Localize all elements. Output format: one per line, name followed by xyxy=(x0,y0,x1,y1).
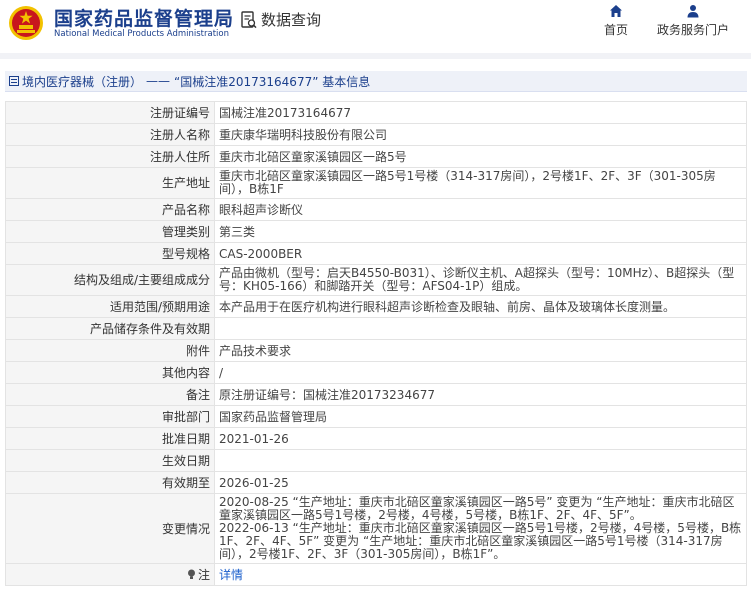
note-label: 注 xyxy=(197,567,210,582)
row-value: 详情 xyxy=(214,563,747,586)
brand-title: 国家药品监督管理局 xyxy=(54,8,235,30)
detail-table: 注册证编号 国械注准20173164677 注册人名称 重庆康华瑞明科技股份有限公司… xyxy=(5,101,747,586)
breadcrumb-separator: —— xyxy=(146,74,171,88)
row-label: 备注 xyxy=(5,383,215,406)
nav-service-label: 政务服务门户 xyxy=(656,23,729,37)
row-label: 型号规格 xyxy=(5,242,215,265)
note-label-cell: 注 xyxy=(5,563,215,586)
table-row: 产品名称 眼科超声诊断仪 xyxy=(5,198,747,221)
row-label: 注册人住所 xyxy=(5,145,215,168)
table-row: 附件 产品技术要求 xyxy=(5,339,747,362)
row-value: 重庆康华瑞明科技股份有限公司 xyxy=(214,123,747,146)
row-label: 生效日期 xyxy=(5,449,215,472)
list-icon xyxy=(9,76,19,86)
breadcrumb-title: “国械注准20173164677” 基本信息 xyxy=(174,74,371,89)
table-row: 注册人名称 重庆康华瑞明科技股份有限公司 xyxy=(5,123,747,146)
site-header: 国家药品监督管理局 National Medical Products Admi… xyxy=(0,0,751,50)
row-value: 第三类 xyxy=(214,220,747,243)
row-value: 产品技术要求 xyxy=(214,339,747,362)
header-divider xyxy=(0,53,751,59)
brand-subtitle: National Medical Products Administration xyxy=(54,29,229,39)
row-label: 批准日期 xyxy=(5,427,215,450)
change-entry: 2020-08-25 “生产地址：重庆市北碚区童家溪镇园区一路5号” 变更为 “… xyxy=(219,495,735,522)
table-row: 批准日期 2021-01-26 xyxy=(5,427,747,450)
row-value: 国械注准20173164677 xyxy=(214,101,747,124)
row-value xyxy=(214,449,747,472)
row-value: 2021-01-26 xyxy=(214,427,747,450)
document-search-icon xyxy=(241,10,257,28)
change-history: 2020-08-25 “生产地址：重庆市北碚区童家溪镇园区一路5号” 变更为 “… xyxy=(214,493,747,564)
row-value: 原注册证编号：国械注准20173234677 xyxy=(214,383,747,406)
row-label: 附件 xyxy=(5,339,215,362)
row-value: 眼科超声诊断仪 xyxy=(214,198,747,221)
row-label: 审批部门 xyxy=(5,405,215,428)
row-value: 本产品用于在医疗机构进行眼科超声诊断检查及眼轴、前房、晶体及玻璃体长度测量。 xyxy=(214,295,747,318)
table-row: 结构及组成/主要组成成分 产品由微机（型号：启天B4550-B031）、诊断仪主机… xyxy=(5,264,747,296)
table-row: 适用范围/预期用途 本产品用于在医疗机构进行眼科超声诊断检查及眼轴、前房、晶体及玻… xyxy=(5,295,747,318)
row-label: 结构及组成/主要组成成分 xyxy=(5,264,215,296)
details-link[interactable]: 详情 xyxy=(219,568,243,582)
row-label: 生产地址 xyxy=(5,167,215,199)
row-value: 国家药品监督管理局 xyxy=(214,405,747,428)
table-row: 其他内容 / xyxy=(5,361,747,384)
lightbulb-icon xyxy=(187,569,195,579)
row-label: 适用范围/预期用途 xyxy=(5,295,215,318)
row-label: 注册人名称 xyxy=(5,123,215,146)
table-row: 注 详情 xyxy=(5,563,747,586)
table-row: 有效期至 2026-01-25 xyxy=(5,471,747,494)
breadcrumb: 境内医疗器械（注册） —— “国械注准20173164677” 基本信息 xyxy=(5,71,747,92)
table-row: 注册证编号 国械注准20173164677 xyxy=(5,101,747,124)
row-label: 注册证编号 xyxy=(5,101,215,124)
change-entry: 2022-06-13 “生产地址：重庆市北碚区童家溪镇园区一路5号1号楼，2号楼… xyxy=(219,521,742,561)
row-value: 2026-01-25 xyxy=(214,471,747,494)
table-row: 审批部门 国家药品监督管理局 xyxy=(5,405,747,428)
row-label: 管理类别 xyxy=(5,220,215,243)
row-value: / xyxy=(214,361,747,384)
table-row: 型号规格 CAS-2000BER xyxy=(5,242,747,265)
user-icon xyxy=(687,5,699,18)
table-row: 生效日期 xyxy=(5,449,747,472)
row-value xyxy=(214,317,747,340)
row-value: 重庆市北碚区童家溪镇园区一路5号 xyxy=(214,145,747,168)
home-icon xyxy=(610,5,622,17)
row-label: 其他内容 xyxy=(5,361,215,384)
national-emblem-icon xyxy=(9,6,43,40)
table-row: 变更情况 2020-08-25 “生产地址：重庆市北碚区童家溪镇园区一路5号” … xyxy=(5,493,747,564)
row-label: 产品名称 xyxy=(5,198,215,221)
data-query-label: 数据查询 xyxy=(261,11,322,29)
table-row: 备注 原注册证编号：国械注准20173234677 xyxy=(5,383,747,406)
row-label: 有效期至 xyxy=(5,471,215,494)
nav-home-label: 首页 xyxy=(603,23,628,37)
nav-service-portal[interactable]: 政务服务门户 xyxy=(650,4,736,38)
nav-home[interactable]: 首页 xyxy=(598,4,634,38)
row-value: 重庆市北碚区童家溪镇园区一路5号1号楼（314-317房间），2号楼1F、2F、… xyxy=(214,167,747,199)
table-row: 管理类别 第三类 xyxy=(5,220,747,243)
table-row: 产品储存条件及有效期 xyxy=(5,317,747,340)
row-value: 产品由微机（型号：启天B4550-B031）、诊断仪主机、A超探头（型号：10M… xyxy=(214,264,747,296)
row-value: CAS-2000BER xyxy=(214,242,747,265)
table-row: 注册人住所 重庆市北碚区童家溪镇园区一路5号 xyxy=(5,145,747,168)
breadcrumb-category-link[interactable]: 境内医疗器械（注册） xyxy=(22,73,142,90)
row-label: 产品储存条件及有效期 xyxy=(5,317,215,340)
table-row: 生产地址 重庆市北碚区童家溪镇园区一路5号1号楼（314-317房间），2号楼1F… xyxy=(5,167,747,199)
data-query-link[interactable]: 数据查询 xyxy=(241,9,321,30)
row-label: 变更情况 xyxy=(5,493,215,564)
